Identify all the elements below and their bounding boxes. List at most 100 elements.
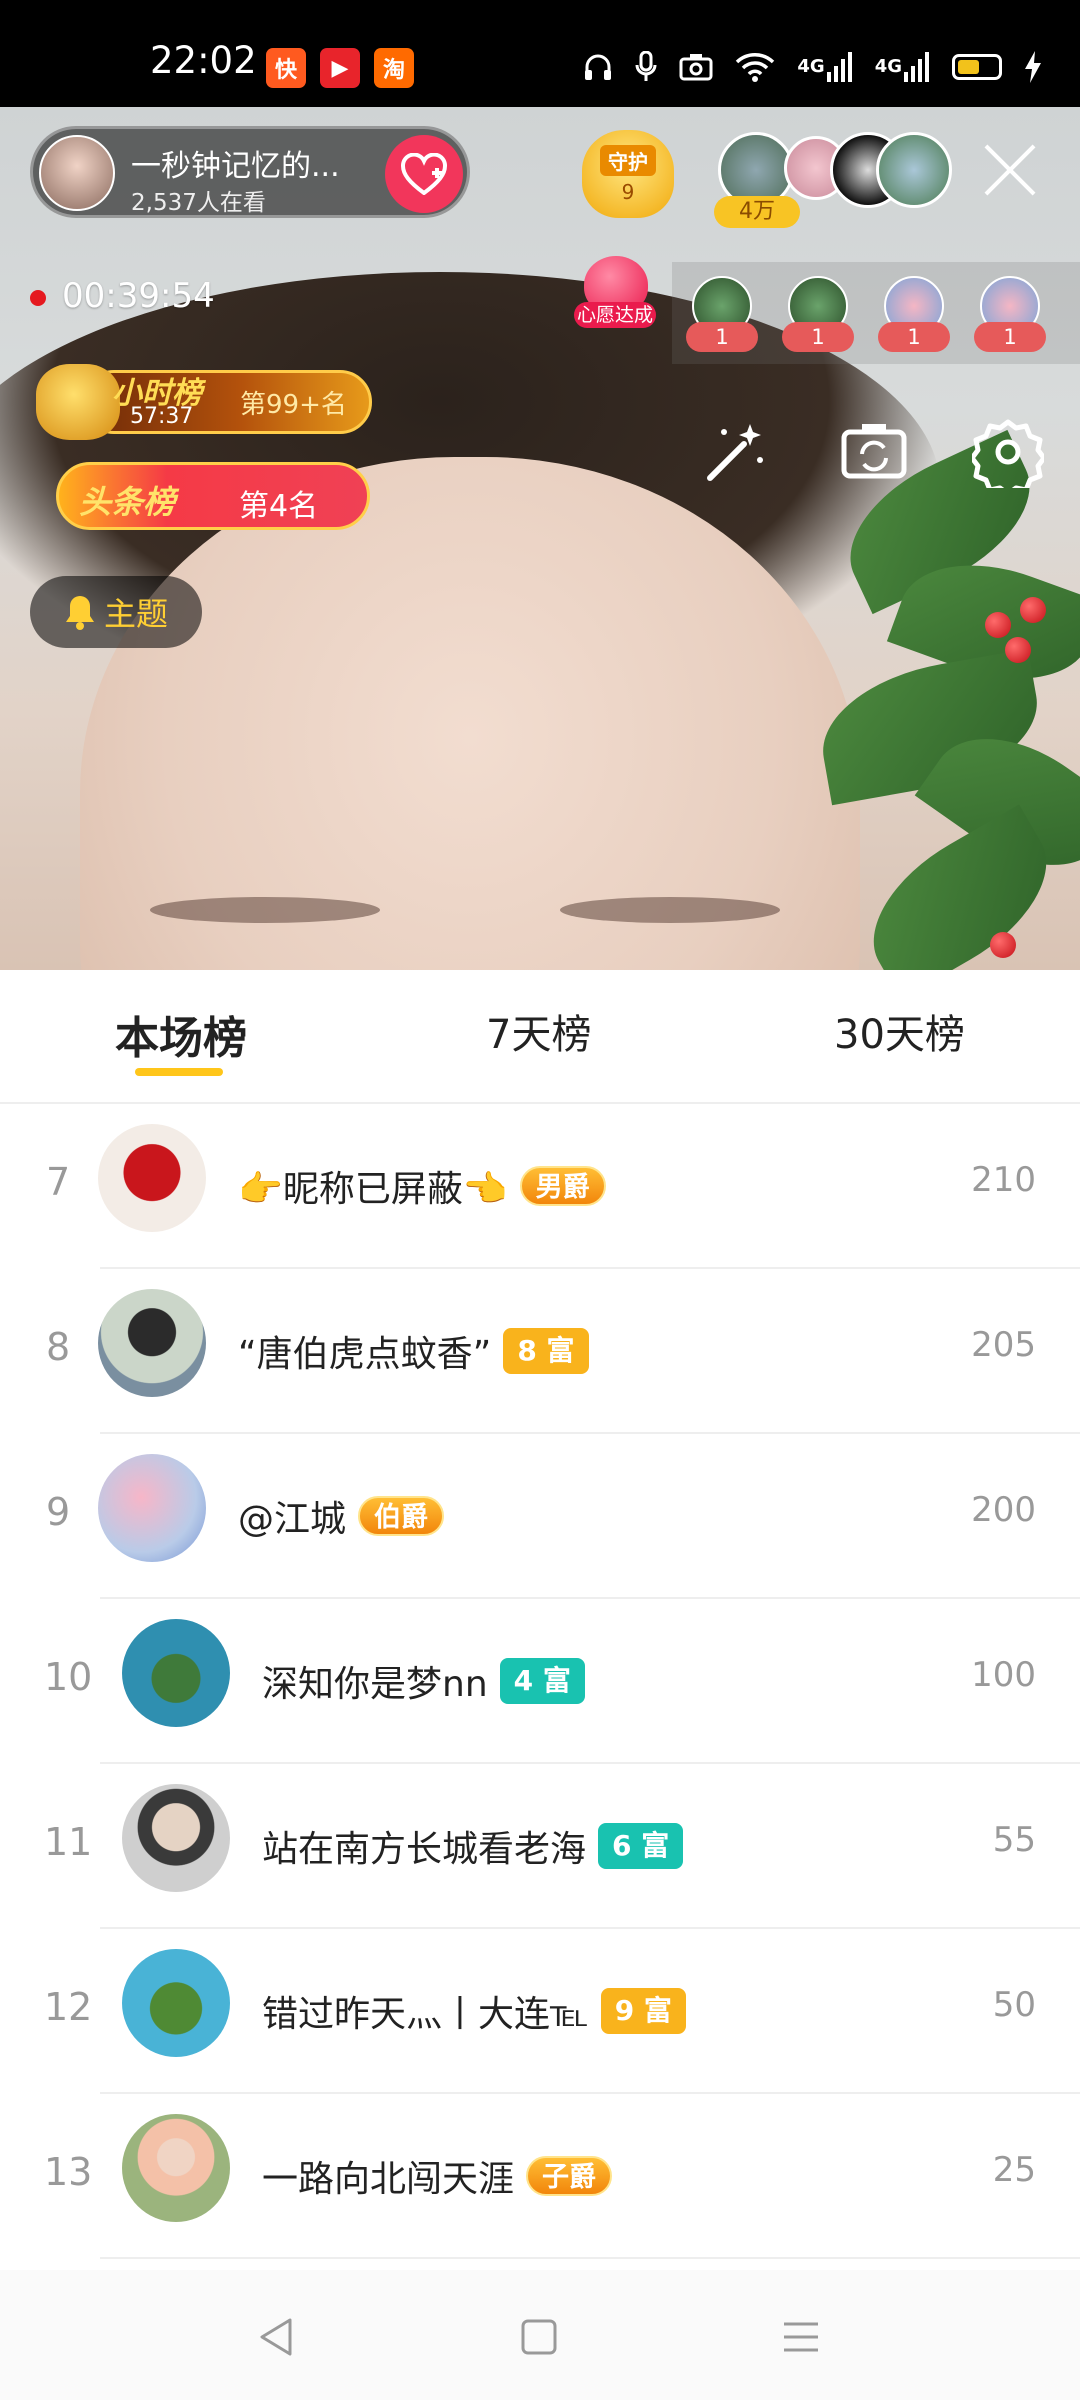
microphone-icon: [635, 47, 657, 87]
gear-icon[interactable]: [969, 416, 1047, 497]
user-name-group[interactable]: 一路向北闯天涯 子爵: [262, 2150, 613, 2202]
gift-count: 1: [974, 322, 1046, 352]
headline-rank-position: 第4名: [239, 489, 319, 524]
leaderboard-row[interactable]: 13 一路向北闯天涯 子爵 25: [0, 2094, 1080, 2259]
contribution-score: 210: [971, 1160, 1036, 1200]
back-icon[interactable]: [252, 2312, 302, 2362]
close-icon[interactable]: [980, 140, 1040, 200]
leaderboard-row[interactable]: 10 深知你是梦nn 4 富 100: [0, 1599, 1080, 1764]
contribution-score: 200: [971, 1490, 1036, 1530]
camera-icon: [679, 47, 713, 87]
leaderboard-row[interactable]: 8 “唐伯虎点蚊香” 8 富 205: [0, 1269, 1080, 1434]
hour-rank-badge[interactable]: 小时榜 57:37 第99+名: [36, 364, 376, 440]
contribution-score: 25: [992, 2150, 1036, 2190]
user-name-group[interactable]: @江城 伯爵: [238, 1490, 445, 1542]
live-video[interactable]: [0, 107, 1080, 970]
battery-icon: [952, 47, 1002, 87]
eyebrow-left: [150, 897, 380, 923]
heart-plus-icon: [401, 153, 447, 195]
user-name-group[interactable]: 站在南方长城看老海 6 富: [262, 1820, 684, 1872]
gift-count: 1: [782, 322, 854, 352]
status-indicators: 4G 4G: [583, 44, 1042, 90]
wealth-level-badge: 4 富: [499, 1658, 585, 1704]
gift-sender[interactable]: 1: [878, 276, 950, 352]
follow-button[interactable]: [385, 135, 463, 213]
user-avatar[interactable]: [122, 1949, 230, 2057]
tab-this-session[interactable]: 本场榜: [115, 1002, 247, 1066]
elapsed-time: 00:39:54: [62, 276, 215, 316]
contribution-score: 55: [992, 1820, 1036, 1860]
trophy-icon: [36, 364, 120, 440]
guard-button[interactable]: 守护 9: [582, 130, 674, 218]
host-info-pill[interactable]: 一秒钟记忆的... 2,537人在看: [30, 126, 470, 218]
gift-senders-strip: 1 1 1 1: [672, 262, 1080, 364]
user-name: “唐伯虎点蚊香”: [238, 1334, 492, 1375]
leaderboard-row[interactable]: 9 @江城 伯爵 200: [0, 1434, 1080, 1599]
topic-label: 主题: [103, 595, 168, 633]
berry: [1020, 597, 1046, 623]
row-rank: 12: [44, 1985, 93, 2029]
row-rank: 9: [46, 1490, 71, 1534]
headline-rank-badge[interactable]: 头条榜 第4名: [56, 462, 370, 530]
user-avatar[interactable]: [98, 1124, 206, 1232]
user-name-group[interactable]: 👉昵称已屏蔽👈 男爵: [238, 1160, 606, 1212]
host-avatar[interactable]: [39, 135, 115, 211]
charging-icon: [1024, 47, 1042, 87]
headline-rank-title: 头条榜: [79, 483, 176, 521]
user-name: 深知你是梦nn: [262, 1664, 488, 1705]
status-time: 22:02: [150, 39, 257, 82]
user-avatar[interactable]: [98, 1454, 206, 1562]
user-name-group[interactable]: 错过昨天灬丨大连℡ 9 富: [262, 1985, 686, 2037]
magic-wand-icon[interactable]: [700, 416, 772, 488]
user-avatar[interactable]: [122, 2114, 230, 2222]
fan-contribution-badge: 4万: [714, 196, 800, 228]
gift-count: 1: [686, 322, 758, 352]
signal-icon-sim1: 4G: [797, 47, 852, 87]
tab-30-days[interactable]: 30天榜: [834, 1002, 965, 1060]
guard-label: 守护: [600, 144, 656, 176]
leaderboard-tabs: 本场榜 7天榜 30天榜: [0, 970, 1080, 1104]
user-avatar[interactable]: [122, 1784, 230, 1892]
leaderboard-row[interactable]: 7 👉昵称已屏蔽👈 男爵 210: [0, 1104, 1080, 1269]
gift-sender[interactable]: 1: [974, 276, 1046, 352]
kuaishou-app-icon: 快: [266, 48, 306, 88]
row-rank: 11: [44, 1820, 93, 1864]
wish-button[interactable]: 心愿达成: [574, 256, 656, 328]
row-divider: [100, 2257, 1080, 2259]
host-name: 一秒钟记忆的...: [131, 149, 340, 184]
tab-7-days[interactable]: 7天榜: [486, 1002, 591, 1060]
home-icon[interactable]: [514, 2312, 564, 2362]
user-name-group[interactable]: “唐伯虎点蚊香” 8 富: [238, 1325, 589, 1377]
fan-avatar[interactable]: [876, 132, 952, 208]
user-avatar[interactable]: [122, 1619, 230, 1727]
leaderboard-row[interactable]: 12 错过昨天灬丨大连℡ 9 富 50: [0, 1929, 1080, 2094]
gift-sender[interactable]: 1: [686, 276, 758, 352]
leaderboard-row[interactable]: 11 站在南方长城看老海 6 富 55: [0, 1764, 1080, 1929]
topic-button[interactable]: 主题: [30, 576, 202, 648]
noble-title-badge: 男爵: [519, 1166, 606, 1206]
contribution-score: 205: [971, 1325, 1036, 1365]
row-rank: 7: [46, 1160, 71, 1204]
leaderboard-panel: 本场榜 7天榜 30天榜 7 👉昵称已屏蔽👈 男爵 210 8 “唐伯虎点蚊香” 8 富 20…: [0, 970, 1080, 2400]
flip-camera-icon[interactable]: [838, 416, 910, 488]
active-tab-indicator: [135, 1068, 223, 1076]
hour-rank-position: 第99+名: [240, 390, 347, 420]
bell-icon: [65, 596, 94, 630]
contribution-score: 100: [971, 1655, 1036, 1695]
contribution-score: 50: [992, 1985, 1036, 2025]
row-rank: 8: [46, 1325, 71, 1369]
user-name-group[interactable]: 深知你是梦nn 4 富: [262, 1655, 585, 1707]
signal-icon-sim2: 4G: [875, 47, 930, 87]
system-nav-bar: [0, 2270, 1080, 2400]
berry: [1005, 637, 1031, 663]
wifi-icon: [735, 47, 775, 87]
headphones-icon: [583, 47, 613, 87]
row-rank: 13: [44, 2150, 93, 2194]
hour-rank-countdown: 57:37: [130, 404, 194, 429]
menu-icon[interactable]: [776, 2312, 826, 2362]
berry: [985, 612, 1011, 638]
gift-sender[interactable]: 1: [782, 276, 854, 352]
status-bar: 22:02 快 ▶ 淘 4G 4G: [0, 0, 1080, 107]
user-avatar[interactable]: [98, 1289, 206, 1397]
user-name: 站在南方长城看老海: [262, 1829, 587, 1870]
